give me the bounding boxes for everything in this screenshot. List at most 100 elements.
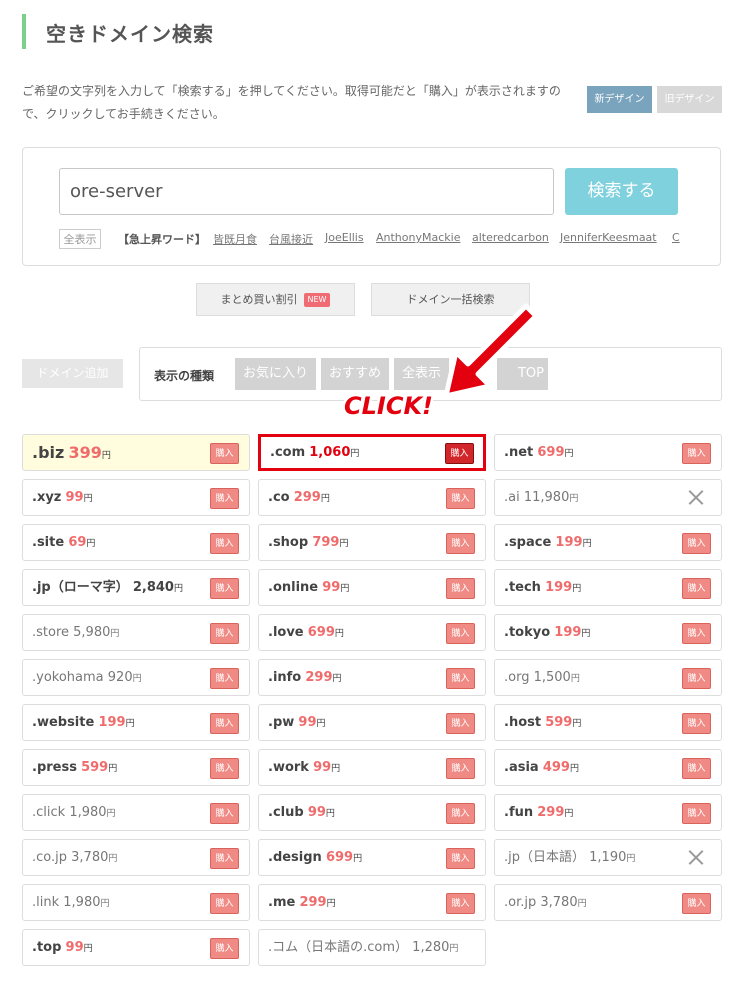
domain-price: 3,780	[540, 895, 578, 910]
yen-unit: 円	[581, 629, 591, 639]
yen-unit: 円	[325, 809, 335, 819]
domain-cell: .co 299円 購入	[258, 479, 486, 516]
trending-word[interactable]: JenniferKeesmaat	[560, 231, 657, 244]
buy-button[interactable]: 購入	[446, 533, 475, 554]
domain-extension: .jp（日本語）	[504, 850, 585, 865]
new-design-button[interactable]: 新デザイン	[587, 86, 652, 113]
buy-button[interactable]: 購入	[210, 713, 239, 734]
domain-price: 69	[68, 535, 87, 550]
domain-cell: .link 1,980円 購入	[22, 884, 250, 921]
domain-cell: .jp（ローマ字） 2,840円 購入	[22, 569, 250, 606]
domain-extension: .store	[32, 625, 70, 640]
tab-favorites[interactable]: お気に入り	[235, 358, 316, 390]
domain-name: .yokohama 920円	[32, 660, 142, 697]
buy-button[interactable]: 購入	[210, 533, 239, 554]
buy-button[interactable]: 購入	[446, 578, 475, 599]
domain-extension: .or.jp	[504, 895, 537, 910]
domain-price: 99	[65, 940, 84, 955]
buy-button[interactable]: 購入	[682, 623, 711, 644]
domain-cell: .click 1,980円 購入	[22, 794, 250, 831]
domain-name: .link 1,980円	[32, 885, 110, 922]
buy-button[interactable]: 購入	[446, 623, 475, 644]
buy-button[interactable]: 購入	[682, 443, 711, 464]
buy-button[interactable]: 購入	[682, 668, 711, 689]
trending-word[interactable]: JoeEllis	[325, 231, 364, 244]
domain-cell: .co.jp 3,780円 購入	[22, 839, 250, 876]
domain-price: 920	[107, 670, 133, 685]
trending-word[interactable]: alteredcarbon	[472, 231, 549, 244]
domain-price: 199	[98, 715, 126, 730]
yen-unit: 円	[577, 899, 587, 909]
domain-name: .shop 799円	[268, 525, 348, 562]
yen-unit: 円	[353, 854, 363, 864]
domain-cell: .tech 199円 購入	[494, 569, 722, 606]
buy-button[interactable]: 購入	[210, 668, 239, 689]
domain-name: .press 599円	[32, 750, 117, 787]
domain-price: 99	[322, 580, 341, 595]
domain-cell: .yokohama 920円 購入	[22, 659, 250, 696]
buy-button[interactable]: 購入	[446, 713, 475, 734]
trending-word[interactable]: 皆既月食	[213, 231, 257, 247]
domain-cell: .asia 499円 購入	[494, 749, 722, 786]
buy-button[interactable]: 購入	[445, 443, 474, 464]
domain-name: .online 99円	[268, 570, 349, 607]
domain-extension: .press	[32, 760, 77, 775]
buy-button[interactable]: 購入	[446, 668, 475, 689]
domain-price: 199	[555, 535, 583, 550]
buy-button[interactable]: 購入	[446, 848, 475, 869]
buy-button[interactable]: 購入	[210, 443, 239, 464]
trending-word[interactable]: 台風接近	[269, 231, 313, 247]
domain-extension: .work	[268, 760, 309, 775]
old-design-button[interactable]: 旧デザイン	[657, 86, 722, 113]
buy-button[interactable]: 購入	[210, 848, 239, 869]
buy-button[interactable]: 購入	[210, 488, 239, 509]
buy-button[interactable]: 購入	[210, 623, 239, 644]
domain-search-input[interactable]: ore-server	[59, 168, 554, 215]
domain-price: 199	[545, 580, 573, 595]
trending-word[interactable]: AnthonyMackie	[376, 231, 460, 244]
add-domain-button[interactable]: ドメイン追加	[22, 359, 123, 388]
buy-button[interactable]: 購入	[446, 803, 475, 824]
yen-unit: 円	[100, 899, 110, 909]
trending-word[interactable]: C	[672, 231, 680, 244]
domain-price: 699	[307, 625, 335, 640]
buy-button[interactable]: 購入	[210, 758, 239, 779]
domain-extension: .fun	[504, 805, 534, 820]
buy-button[interactable]: 購入	[210, 893, 239, 914]
domain-cell: .club 99円 購入	[258, 794, 486, 831]
page-title: 空きドメイン検索	[46, 22, 214, 46]
buy-button[interactable]: 購入	[682, 533, 711, 554]
show-all-button[interactable]: 全表示	[59, 229, 101, 249]
yen-unit: 円	[83, 494, 93, 504]
buy-button[interactable]: 購入	[682, 758, 711, 779]
buy-button[interactable]: 購入	[682, 713, 711, 734]
yen-unit: 円	[449, 944, 459, 954]
new-badge: NEW	[303, 293, 331, 307]
buy-button[interactable]: 購入	[446, 488, 475, 509]
domain-price: 299	[293, 490, 321, 505]
buy-button[interactable]: 購入	[682, 803, 711, 824]
yen-unit: 円	[570, 674, 580, 684]
buy-button[interactable]: 購入	[210, 578, 239, 599]
search-button[interactable]: 検索する	[565, 168, 678, 215]
domain-extension: .design	[268, 850, 322, 865]
domain-cell: .or.jp 3,780円 購入	[494, 884, 722, 921]
domain-name: .tokyo 199円	[504, 615, 590, 652]
buy-button[interactable]: 購入	[210, 938, 239, 959]
buy-button[interactable]: 購入	[446, 893, 475, 914]
domain-extension: .shop	[268, 535, 309, 550]
domain-name: .click 1,980円	[32, 795, 116, 832]
domain-price: 99	[313, 760, 332, 775]
domain-cell: .space 199円 購入	[494, 524, 722, 561]
bulk-discount-button[interactable]: まとめ買い割引 NEW	[196, 283, 355, 316]
domain-name: .host 599円	[504, 705, 581, 742]
buy-button[interactable]: 購入	[682, 578, 711, 599]
arrow-icon	[443, 303, 539, 399]
domain-cell: .love 699円 購入	[258, 614, 486, 651]
buy-button[interactable]: 購入	[446, 758, 475, 779]
yen-unit: 円	[340, 584, 350, 594]
domain-name: .co.jp 3,780円	[32, 840, 117, 877]
buy-button[interactable]: 購入	[682, 893, 711, 914]
domain-price: 299	[299, 895, 327, 910]
buy-button[interactable]: 購入	[210, 803, 239, 824]
